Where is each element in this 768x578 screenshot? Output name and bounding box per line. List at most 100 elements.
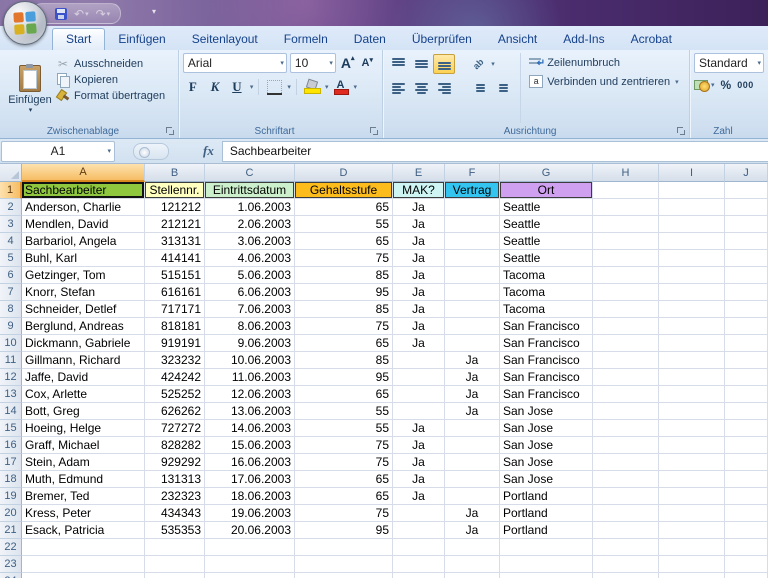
cell-E9[interactable]: Ja <box>393 318 445 335</box>
cell-E13[interactable] <box>393 386 445 403</box>
cell-I3[interactable] <box>659 216 725 233</box>
cell-C7[interactable]: 6.06.2003 <box>205 284 295 301</box>
row-header-18[interactable]: 18 <box>0 471 22 488</box>
tab-formeln[interactable]: Formeln <box>271 29 341 50</box>
cell-F16[interactable] <box>445 437 500 454</box>
percent-style-button[interactable]: % <box>721 78 732 92</box>
align-right-button[interactable] <box>433 78 455 98</box>
cell-F21[interactable]: Ja <box>445 522 500 539</box>
cell-A20[interactable]: Kress, Peter <box>22 505 145 522</box>
cell-E14[interactable] <box>393 403 445 420</box>
cell-J17[interactable] <box>725 454 768 471</box>
cell-H17[interactable] <box>593 454 659 471</box>
cell-D9[interactable]: 75 <box>295 318 393 335</box>
fill-color-button[interactable] <box>302 78 322 96</box>
cell-C13[interactable]: 12.06.2003 <box>205 386 295 403</box>
cell-C5[interactable]: 4.06.2003 <box>205 250 295 267</box>
underline-button[interactable]: U <box>227 78 247 96</box>
font-color-button[interactable]: A <box>330 78 350 96</box>
cell-F6[interactable] <box>445 267 500 284</box>
cell-C4[interactable]: 3.06.2003 <box>205 233 295 250</box>
cell-H11[interactable] <box>593 352 659 369</box>
align-center-button[interactable] <box>410 78 432 98</box>
name-box[interactable]: A1 <box>1 140 115 162</box>
chevron-down-icon[interactable] <box>250 83 254 91</box>
cell-G15[interactable]: San Jose <box>500 420 593 437</box>
cell-J8[interactable] <box>725 301 768 318</box>
chevron-down-icon[interactable] <box>287 83 291 91</box>
cell-E23[interactable] <box>393 556 445 573</box>
cell-B8[interactable]: 717171 <box>145 301 205 318</box>
cell-A21[interactable]: Esack, Patricia <box>22 522 145 539</box>
cell-H22[interactable] <box>593 539 659 556</box>
insert-function-button[interactable]: fx <box>203 143 214 159</box>
cell-J6[interactable] <box>725 267 768 284</box>
chevron-down-icon[interactable] <box>353 83 357 91</box>
cell-D11[interactable]: 85 <box>295 352 393 369</box>
cell-G9[interactable]: San Francisco <box>500 318 593 335</box>
row-header-5[interactable]: 5 <box>0 250 22 267</box>
cell-D20[interactable]: 75 <box>295 505 393 522</box>
cell-F1[interactable]: Vertrag <box>445 182 500 199</box>
row-header-9[interactable]: 9 <box>0 318 22 335</box>
cell-E6[interactable]: Ja <box>393 267 445 284</box>
cell-E17[interactable]: Ja <box>393 454 445 471</box>
cell-J1[interactable] <box>725 182 768 199</box>
font-size-select[interactable]: 10 <box>289 53 336 73</box>
select-all-corner[interactable] <box>0 164 22 182</box>
cell-G13[interactable]: San Francisco <box>500 386 593 403</box>
cell-J3[interactable] <box>725 216 768 233</box>
cell-A13[interactable]: Cox, Arlette <box>22 386 145 403</box>
save-button[interactable] <box>55 7 67 20</box>
cell-J16[interactable] <box>725 437 768 454</box>
cell-A12[interactable]: Jaffe, David <box>22 369 145 386</box>
cell-G8[interactable]: Tacoma <box>500 301 593 318</box>
cell-B4[interactable]: 313131 <box>145 233 205 250</box>
cell-H18[interactable] <box>593 471 659 488</box>
cell-E12[interactable] <box>393 369 445 386</box>
cell-H16[interactable] <box>593 437 659 454</box>
cell-I17[interactable] <box>659 454 725 471</box>
cell-G23[interactable] <box>500 556 593 573</box>
cell-J21[interactable] <box>725 522 768 539</box>
cell-F4[interactable] <box>445 233 500 250</box>
cell-G1[interactable]: Ort <box>500 182 593 199</box>
cell-H15[interactable] <box>593 420 659 437</box>
cell-A15[interactable]: Hoeing, Helge <box>22 420 145 437</box>
cell-F8[interactable] <box>445 301 500 318</box>
cut-button[interactable]: Ausschneiden <box>56 57 165 70</box>
cell-G22[interactable] <box>500 539 593 556</box>
cell-E15[interactable]: Ja <box>393 420 445 437</box>
cell-G3[interactable]: Seattle <box>500 216 593 233</box>
cell-B22[interactable] <box>145 539 205 556</box>
cell-H23[interactable] <box>593 556 659 573</box>
cell-H9[interactable] <box>593 318 659 335</box>
cell-D3[interactable]: 55 <box>295 216 393 233</box>
cell-G2[interactable]: Seattle <box>500 199 593 216</box>
tab-seitenlayout[interactable]: Seitenlayout <box>179 29 271 50</box>
cell-G19[interactable]: Portland <box>500 488 593 505</box>
cell-J4[interactable] <box>725 233 768 250</box>
column-header-H[interactable]: H <box>593 164 659 182</box>
row-header-10[interactable]: 10 <box>0 335 22 352</box>
cell-C8[interactable]: 7.06.2003 <box>205 301 295 318</box>
cell-J11[interactable] <box>725 352 768 369</box>
cell-A7[interactable]: Knorr, Stefan <box>22 284 145 301</box>
cell-A11[interactable]: Gillmann, Richard <box>22 352 145 369</box>
redo-button[interactable] <box>96 7 111 21</box>
cell-C22[interactable] <box>205 539 295 556</box>
cell-E16[interactable]: Ja <box>393 437 445 454</box>
cell-D5[interactable]: 75 <box>295 250 393 267</box>
merge-center-button[interactable]: a Verbinden und zentrieren <box>529 75 678 88</box>
cell-J12[interactable] <box>725 369 768 386</box>
cell-B3[interactable]: 212121 <box>145 216 205 233</box>
format-painter-button[interactable]: Format übertragen <box>56 89 165 102</box>
cell-B14[interactable]: 626262 <box>145 403 205 420</box>
row-header-4[interactable]: 4 <box>0 233 22 250</box>
row-header-15[interactable]: 15 <box>0 420 22 437</box>
cell-G11[interactable]: San Francisco <box>500 352 593 369</box>
cell-A10[interactable]: Dickmann, Gabriele <box>22 335 145 352</box>
cell-G20[interactable]: Portland <box>500 505 593 522</box>
customize-qat-icon[interactable] <box>152 7 156 16</box>
cell-I8[interactable] <box>659 301 725 318</box>
